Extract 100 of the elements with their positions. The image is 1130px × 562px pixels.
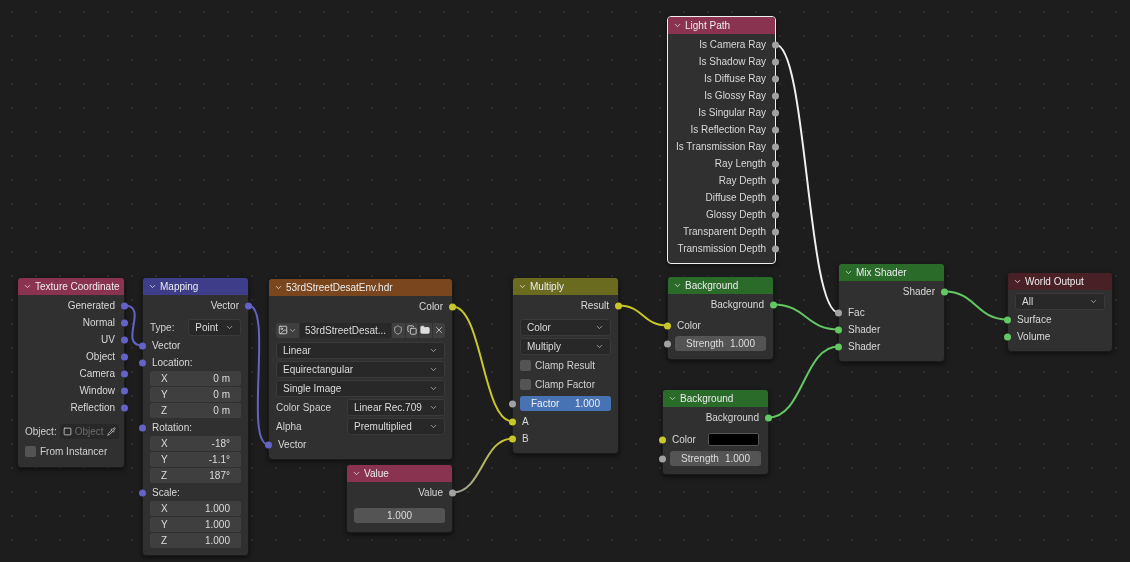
- checkbox[interactable]: [520, 379, 531, 390]
- number-field[interactable]: X -18°: [150, 436, 241, 451]
- input-socket[interactable]: [265, 441, 272, 448]
- input-socket[interactable]: [139, 489, 146, 496]
- input-socket[interactable]: [139, 342, 146, 349]
- input-socket[interactable]: [509, 400, 516, 407]
- input-socket[interactable]: [835, 309, 842, 316]
- chevron-icon[interactable]: [1013, 277, 1022, 286]
- node-panel[interactable]: Texture Coordinate Generated Normal UV Object Camera Window Reflection Object: Object From Instancer: [17, 277, 125, 468]
- checkbox[interactable]: [25, 446, 36, 457]
- node-panel[interactable]: Multiply Result Color Multiply Clamp Result Clamp Factor Factor 1.000 A B: [512, 277, 619, 454]
- duplicate-button[interactable]: [405, 322, 419, 338]
- number-field[interactable]: Strength 1.000: [675, 336, 766, 351]
- node-header[interactable]: Multiply: [513, 278, 618, 295]
- number-field[interactable]: Y 0 m: [150, 387, 241, 402]
- chevron-icon[interactable]: [518, 282, 527, 291]
- number-field[interactable]: X 1.000: [150, 501, 241, 516]
- chevron-icon[interactable]: [352, 469, 361, 478]
- number-field[interactable]: Y 1.000: [150, 517, 241, 532]
- node-panel[interactable]: [667, 16, 776, 264]
- output-socket[interactable]: [772, 211, 779, 218]
- caret-icon: [429, 365, 438, 374]
- output-socket[interactable]: [449, 489, 456, 496]
- output-socket[interactable]: [772, 109, 779, 116]
- output-socket[interactable]: [772, 126, 779, 133]
- chevron-icon[interactable]: [668, 394, 677, 403]
- node-panel[interactable]: Mix Shader Shader Fac Shader Shader: [838, 263, 945, 362]
- factor-slider[interactable]: Factor 1.000: [520, 396, 611, 411]
- number-field[interactable]: Z 0 m: [150, 403, 241, 418]
- node-header[interactable]: Light Path: [668, 17, 775, 34]
- dropdown[interactable]: Color: [520, 319, 611, 336]
- input-socket[interactable]: [1004, 316, 1011, 323]
- node-header[interactable]: Mapping: [143, 278, 248, 295]
- node-header[interactable]: 53rdStreetDesatEnv.hdr: [269, 279, 452, 296]
- output-socket[interactable]: [772, 58, 779, 65]
- node-panel[interactable]: 53rdStreetDesatEnv.hdr Color 53rdStreetDesat... Linear Equirectangular Single Image Color Space Linear Rec.709 Alpha Premultiplied Vector: [268, 278, 453, 460]
- chevron-icon[interactable]: [23, 282, 32, 291]
- output-socket[interactable]: [772, 143, 779, 150]
- node-header[interactable]: Background: [668, 277, 773, 294]
- output-socket[interactable]: [449, 303, 456, 310]
- dropdown[interactable]: Linear: [276, 342, 445, 359]
- node-header[interactable]: Value: [347, 465, 452, 482]
- image-name-field[interactable]: 53rdStreetDesat...: [300, 322, 392, 338]
- output-socket[interactable]: [772, 41, 779, 48]
- input-socket[interactable]: [835, 343, 842, 350]
- unlink-button[interactable]: [432, 322, 445, 338]
- dropdown[interactable]: Linear Rec.709: [347, 399, 445, 416]
- output-socket[interactable]: [772, 75, 779, 82]
- number-field[interactable]: Strength 1.000: [670, 451, 761, 466]
- node-panel[interactable]: Value Value 1.000: [346, 464, 453, 533]
- output-socket[interactable]: [772, 228, 779, 235]
- chevron-icon[interactable]: [673, 21, 682, 30]
- chevron-icon[interactable]: [274, 283, 283, 292]
- image-browse-button[interactable]: [276, 322, 299, 338]
- input-socket[interactable]: [139, 424, 146, 431]
- input-socket[interactable]: [659, 436, 666, 443]
- input-socket[interactable]: [664, 340, 671, 347]
- dropdown[interactable]: Multiply: [520, 338, 611, 355]
- output-socket[interactable]: [941, 288, 948, 295]
- chevron-icon[interactable]: [673, 281, 682, 290]
- fake-user-button[interactable]: [392, 322, 405, 338]
- output-socket[interactable]: [615, 302, 622, 309]
- node-header[interactable]: Mix Shader: [839, 264, 944, 281]
- chevron-icon[interactable]: [844, 268, 853, 277]
- node-header[interactable]: Texture Coordinate: [18, 278, 124, 295]
- input-socket[interactable]: [664, 322, 671, 329]
- output-socket[interactable]: [770, 301, 777, 308]
- output-socket[interactable]: [772, 177, 779, 184]
- input-socket[interactable]: [1004, 333, 1011, 340]
- caret-icon: [429, 422, 438, 431]
- dropdown[interactable]: Equirectangular: [276, 361, 445, 378]
- color-swatch[interactable]: [708, 433, 759, 446]
- number-field[interactable]: Z 1.000: [150, 533, 241, 548]
- number-field[interactable]: Z 187°: [150, 468, 241, 483]
- dropdown[interactable]: Point: [188, 319, 241, 336]
- node-panel[interactable]: World Output All Surface Volume: [1007, 272, 1113, 352]
- output-socket[interactable]: [772, 245, 779, 252]
- dropdown[interactable]: Single Image: [276, 380, 445, 397]
- output-socket[interactable]: [765, 414, 772, 421]
- input-socket[interactable]: [509, 418, 516, 425]
- dropdown[interactable]: Premultiplied: [347, 418, 445, 435]
- output-socket[interactable]: [772, 92, 779, 99]
- input-socket[interactable]: [659, 455, 666, 462]
- number-field[interactable]: Y -1.1°: [150, 452, 241, 467]
- open-file-button[interactable]: [419, 322, 432, 338]
- input-socket[interactable]: [509, 435, 516, 442]
- node-header[interactable]: Background: [663, 390, 768, 407]
- input-socket[interactable]: [835, 326, 842, 333]
- node-panel[interactable]: Mapping Vector Type: Point Vector Location: X 0 m Y 0 m Z 0 m Rotation: X -18° Y -1.1° Z 187° Scale: X 1.000 Y 1.000 Z 1.000: [142, 277, 249, 556]
- node-panel[interactable]: Background Background Color Strength 1.000: [667, 276, 774, 360]
- dropdown[interactable]: All: [1015, 293, 1105, 310]
- chevron-icon[interactable]: [148, 282, 157, 291]
- number-field[interactable]: 1.000: [354, 508, 445, 523]
- node-panel[interactable]: Background Background Color Strength 1.000: [662, 389, 769, 475]
- input-socket[interactable]: [139, 359, 146, 366]
- number-field[interactable]: X 0 m: [150, 371, 241, 386]
- checkbox[interactable]: [520, 360, 531, 371]
- output-socket[interactable]: [772, 194, 779, 201]
- node-header[interactable]: World Output: [1008, 273, 1112, 290]
- output-socket[interactable]: [772, 160, 779, 167]
